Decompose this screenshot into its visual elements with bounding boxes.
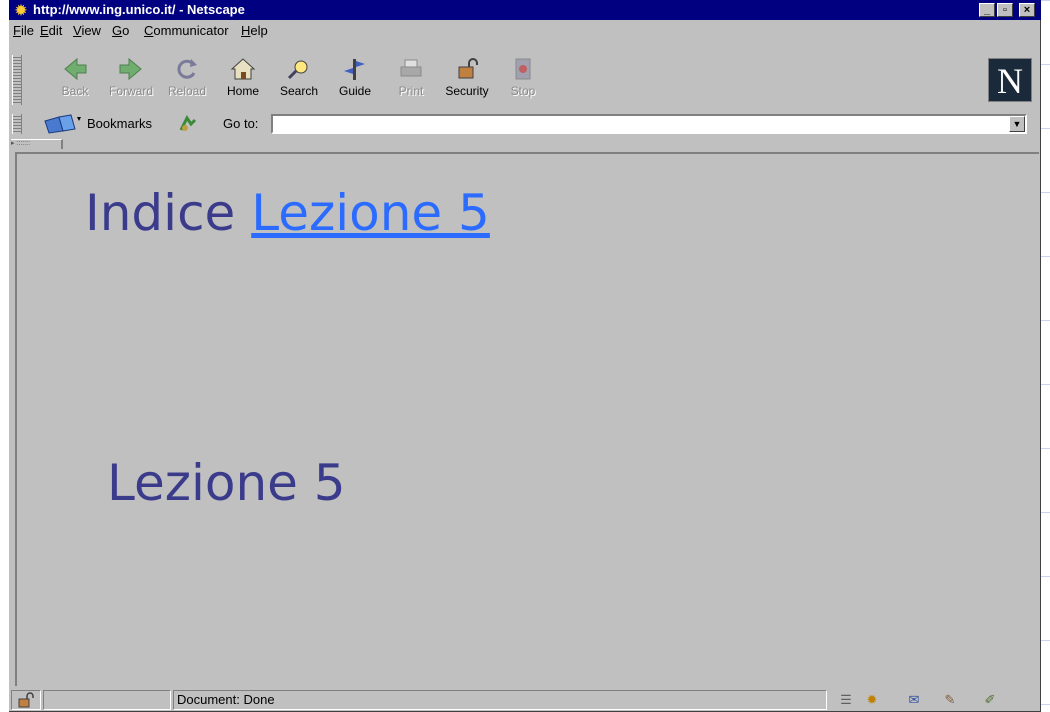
stop-button[interactable]: Stop [495,52,551,106]
collapse-tab-strip: ▸ ::::::: [9,138,1041,150]
menu-go-label: o [122,23,130,38]
reload-label: Reload [167,84,207,98]
menu-help-accelerator: H [241,23,251,38]
menu-file-accelerator: F [13,23,21,38]
netscape-logo[interactable]: N [988,58,1032,102]
stop-icon [515,58,531,80]
toolbar-grip[interactable] [12,55,22,105]
bookmarks-label[interactable]: Bookmarks [87,115,152,133]
print-button[interactable]: Print [383,52,439,106]
stop-label: Stop [510,84,536,98]
security-label: Security [445,84,489,98]
component-bar: ☰ ✹ ✉ ✎ ✐ [833,690,1033,710]
search-label: Search [279,84,319,98]
bookmarks-icon[interactable] [41,113,85,135]
component-bar-grip-icon[interactable]: ☰ [837,692,855,708]
url-input[interactable] [271,114,1027,134]
menu-view-label: iew [81,23,101,38]
close-button[interactable]: × [1019,3,1035,17]
lock-icon [458,58,478,79]
title-bar[interactable]: ✹ http://www.ing.unico.it/ - Netscape _ … [9,0,1041,20]
home-icon [230,58,256,80]
menu-communicator[interactable]: Communicator [144,23,229,39]
reload-icon [177,59,197,79]
lesson-link[interactable]: Lezione 5 [251,184,490,242]
search-button[interactable]: Search [271,52,327,106]
menu-communicator-label: ommunicator [153,23,229,38]
guide-label: Guide [338,84,372,98]
discussions-icon[interactable]: ✎ [941,692,959,708]
print-label: Print [398,84,424,98]
forward-button[interactable]: Forward [103,52,159,106]
menu-edit-accelerator: E [40,23,49,38]
navigator-icon[interactable]: ✹ [863,692,881,708]
lesson-title: Lezione 5 [107,454,346,512]
back-button[interactable]: Back [47,52,103,106]
page-proxy-icon[interactable] [177,114,199,134]
toolbar-collapse-tab[interactable]: ▸ ::::::: [11,139,63,149]
menu-edit[interactable]: Edit [40,23,62,39]
search-icon [287,60,308,80]
status-text: Document: Done [177,692,275,707]
menu-bar: File Edit View Go Communicator Help [9,21,1041,41]
forward-arrow-icon [119,57,142,81]
home-label: Home [226,84,259,98]
window-title: http://www.ing.unico.it/ - Netscape [33,2,245,17]
menu-file[interactable]: File [13,23,34,39]
index-heading: Indice Lezione 5 [85,184,490,242]
back-label: Back [61,84,89,98]
security-button[interactable]: Security [439,52,495,106]
index-heading-text: Indice [85,184,236,242]
menu-edit-label: dit [48,23,63,38]
status-bar: Document: Done ☰ ✹ ✉ ✎ ✐ [9,688,1041,712]
menu-file-label: ile [20,23,34,38]
forward-label: Forward [108,84,153,98]
security-status-panel[interactable] [11,690,41,710]
url-dropdown-button[interactable]: ▼ [1009,116,1025,132]
home-button[interactable]: Home [215,52,271,106]
status-lock-icon [18,692,34,708]
netscape-app-icon[interactable]: ✹ [13,2,29,18]
slide-left-margin [0,0,9,712]
composer-icon[interactable]: ✐ [981,692,999,708]
menu-go-accelerator: G [112,23,123,38]
menu-help-label: elp [250,23,268,38]
location-toolbar: Bookmarks Go to: ▼ [9,112,1041,136]
menu-go[interactable]: Go [112,23,129,39]
progress-panel [43,690,171,710]
page-content: Indice Lezione 5 Lezione 5 [15,152,1039,686]
menu-communicator-accelerator: C [144,23,154,38]
minimize-button[interactable]: _ [979,3,995,17]
location-toolbar-grip[interactable] [12,114,22,134]
reload-button[interactable]: Reload [159,52,215,106]
goto-label: Go to: [223,116,259,131]
guide-icon [344,59,365,80]
navigation-toolbar: Back Forward Reload Home Search Guide Pr… [9,52,1041,110]
menu-view[interactable]: View [73,23,101,39]
maximize-button[interactable]: ▫ [997,3,1013,17]
menu-help[interactable]: Help [241,23,268,39]
mail-icon[interactable]: ✉ [905,692,923,708]
guide-button[interactable]: Guide [327,52,383,106]
back-arrow-icon [64,57,87,81]
print-icon [400,59,422,77]
browser-window: ✹ http://www.ing.unico.it/ - Netscape _ … [9,0,1041,712]
